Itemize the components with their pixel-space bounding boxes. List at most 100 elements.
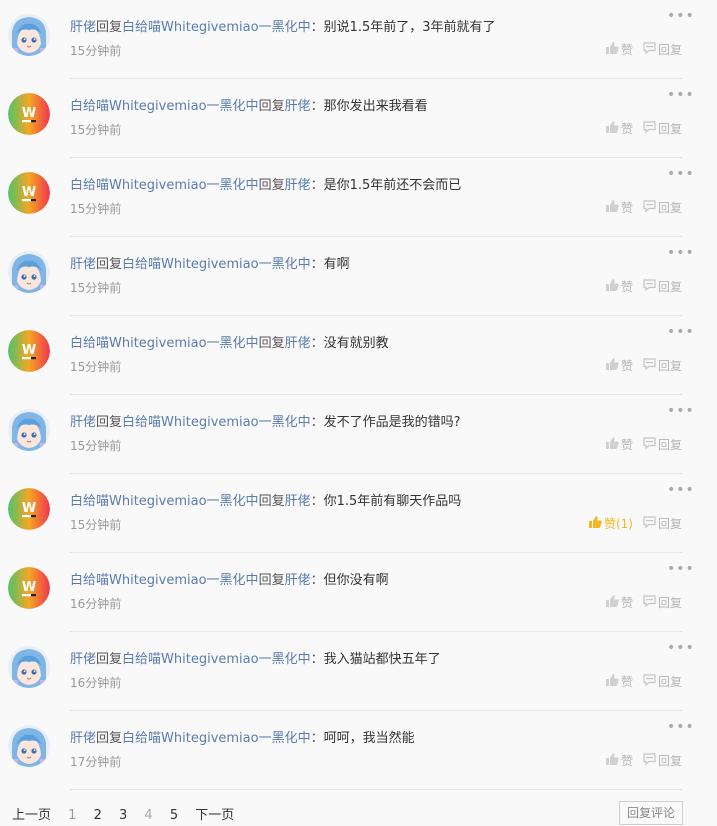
- like-button[interactable]: 赞: [605, 594, 633, 611]
- author-link[interactable]: 白给喵Whitegivemiao一黑化中: [70, 336, 259, 351]
- reply-button[interactable]: 回复: [643, 357, 682, 374]
- reply-target-link[interactable]: 白给喵Whitegivemiao一黑化中: [122, 257, 311, 272]
- like-button[interactable]: 赞: [605, 673, 633, 690]
- reply-button[interactable]: 回复: [643, 515, 682, 532]
- reply-target-link[interactable]: 白给喵Whitegivemiao一黑化中: [122, 20, 311, 35]
- reply-target-link[interactable]: 肝佬: [285, 178, 311, 193]
- avatar[interactable]: W: [8, 330, 50, 372]
- comment-item: W 白给喵Whitegivemiao一黑化中回复肝佬：是你1.5年前还不会而已 …: [0, 158, 717, 237]
- avatar[interactable]: [8, 409, 50, 451]
- colon: ：: [310, 494, 324, 509]
- thumbs-up-icon: [605, 42, 621, 57]
- page-3-link[interactable]: 3: [119, 808, 127, 823]
- comment-body: 没有就别教: [323, 336, 389, 351]
- reply-button[interactable]: 回复: [643, 673, 682, 690]
- reply-target-link[interactable]: 白给喵Whitegivemiao一黑化中: [122, 652, 311, 667]
- reply-label: 回复: [657, 754, 682, 768]
- like-button[interactable]: 赞: [605, 120, 633, 137]
- comment-item: 肝佬回复白给喵Whitegivemiao一黑化中：别说1.5年前了，3年前就有了…: [0, 0, 717, 79]
- comment-bubble-icon: [643, 437, 658, 452]
- reply-button[interactable]: 回复: [643, 41, 682, 58]
- author-link[interactable]: 肝佬: [70, 415, 96, 430]
- comment-text-line: 肝佬回复白给喵Whitegivemiao一黑化中：别说1.5年前了，3年前就有了: [70, 16, 496, 35]
- comment-item: 肝佬回复白给喵Whitegivemiao一黑化中：呵呵，我当然能 17分钟前 •…: [0, 711, 717, 790]
- author-link[interactable]: 肝佬: [70, 652, 96, 667]
- reply-target-link[interactable]: 肝佬: [285, 494, 311, 509]
- like-label: 赞: [620, 438, 633, 452]
- avatar[interactable]: W: [8, 567, 50, 609]
- ellipsis-icon[interactable]: •••: [667, 720, 694, 734]
- like-button[interactable]: 赞: [605, 199, 633, 216]
- comment-text-line: 肝佬回复白给喵Whitegivemiao一黑化中：我入猫站都快五年了: [70, 648, 441, 667]
- comment-body: 是你1.5年前还不会而已: [323, 178, 462, 193]
- comment-actions: 赞 回复: [596, 120, 682, 137]
- author-link[interactable]: 白给喵Whitegivemiao一黑化中: [70, 494, 259, 509]
- reply-button[interactable]: 回复: [643, 752, 682, 769]
- comment-body: 但你没有啊: [323, 573, 389, 588]
- like-button[interactable]: 赞: [605, 752, 633, 769]
- pagination: 上一页 1 2 3 4 5 下一页: [12, 804, 247, 823]
- ellipsis-icon[interactable]: •••: [667, 167, 694, 181]
- colon: ：: [310, 178, 324, 193]
- ellipsis-icon[interactable]: •••: [667, 483, 694, 497]
- svg-text:W: W: [22, 501, 36, 516]
- avatar[interactable]: [8, 725, 50, 767]
- author-link[interactable]: 肝佬: [70, 731, 96, 746]
- thumbs-up-icon: [605, 674, 621, 689]
- like-button[interactable]: 赞: [605, 278, 633, 295]
- ellipsis-icon[interactable]: •••: [667, 246, 694, 260]
- author-link[interactable]: 白给喵Whitegivemiao一黑化中: [70, 178, 259, 193]
- reply-button[interactable]: 回复: [643, 199, 682, 216]
- avatar[interactable]: [8, 14, 50, 56]
- ellipsis-icon[interactable]: •••: [667, 562, 694, 576]
- reply-target-link[interactable]: 肝佬: [285, 573, 311, 588]
- comment-bubble-icon: [643, 121, 658, 136]
- like-button[interactable]: 赞: [605, 357, 633, 374]
- avatar[interactable]: W: [8, 172, 50, 214]
- reply-target-link[interactable]: 白给喵Whitegivemiao一黑化中: [122, 415, 311, 430]
- comment-item: W 白给喵Whitegivemiao一黑化中回复肝佬：没有就别教 15分钟前 •…: [0, 316, 717, 395]
- comment-actions: 赞 回复: [596, 199, 682, 216]
- comment-bubble-icon: [643, 674, 658, 689]
- comment-actions: 赞 回复: [596, 41, 682, 58]
- reply-button[interactable]: 回复: [643, 594, 682, 611]
- next-page-link[interactable]: 下一页: [195, 808, 234, 823]
- ellipsis-icon[interactable]: •••: [667, 404, 694, 418]
- reply-target-link[interactable]: 肝佬: [285, 99, 311, 114]
- reply-button[interactable]: 回复: [643, 120, 682, 137]
- ellipsis-icon[interactable]: •••: [667, 641, 694, 655]
- author-link[interactable]: 肝佬: [70, 257, 96, 272]
- avatar[interactable]: [8, 646, 50, 688]
- page-5-link[interactable]: 5: [170, 808, 178, 823]
- ellipsis-icon[interactable]: •••: [667, 88, 694, 102]
- avatar[interactable]: [8, 251, 50, 293]
- reply-label: 回复: [657, 201, 682, 215]
- reply-label: 回复: [657, 596, 682, 610]
- like-button[interactable]: 赞: [605, 41, 633, 58]
- comment-time: 15分钟前: [70, 281, 122, 295]
- avatar[interactable]: W: [8, 488, 50, 530]
- reply-target-link[interactable]: 白给喵Whitegivemiao一黑化中: [122, 731, 311, 746]
- reply-target-link[interactable]: 肝佬: [285, 336, 311, 351]
- comment-item: W 白给喵Whitegivemiao一黑化中回复肝佬：你1.5年前有聊天作品吗 …: [0, 474, 717, 553]
- reply-button[interactable]: 回复: [643, 278, 682, 295]
- divider: [70, 789, 682, 790]
- reply-button[interactable]: 回复: [643, 436, 682, 453]
- prev-page-link[interactable]: 上一页: [12, 808, 51, 823]
- reply-comment-button[interactable]: 回复评论: [619, 801, 683, 825]
- author-link[interactable]: 肝佬: [70, 20, 96, 35]
- ellipsis-icon[interactable]: •••: [667, 325, 694, 339]
- like-button[interactable]: 赞: [605, 436, 633, 453]
- svg-text:W: W: [22, 580, 36, 595]
- like-label: 赞: [620, 754, 633, 768]
- page-2-link[interactable]: 2: [94, 808, 102, 823]
- author-link[interactable]: 白给喵Whitegivemiao一黑化中: [70, 99, 259, 114]
- avatar[interactable]: W: [8, 93, 50, 135]
- reply-label: 回复: [657, 122, 682, 136]
- author-link[interactable]: 白给喵Whitegivemiao一黑化中: [70, 573, 259, 588]
- ellipsis-icon[interactable]: •••: [667, 9, 694, 23]
- page-1-link[interactable]: 1: [68, 808, 76, 823]
- like-label: 赞: [620, 201, 633, 215]
- like-button[interactable]: 赞(1): [588, 515, 633, 532]
- comment-actions: 赞 回复: [596, 278, 682, 295]
